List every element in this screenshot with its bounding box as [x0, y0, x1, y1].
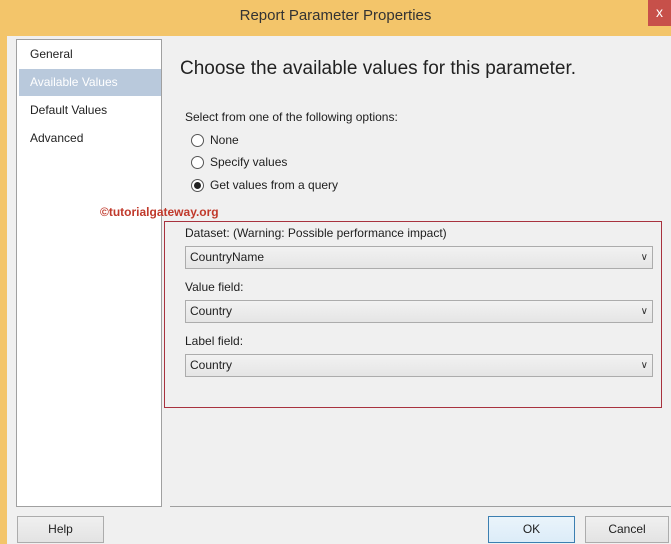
- radio-get-values-from-query[interactable]: Get values from a query: [191, 178, 338, 192]
- page-title: Choose the available values for this par…: [180, 58, 577, 79]
- options-prompt: Select from one of the following options…: [185, 110, 398, 124]
- title-bar: Report Parameter Properties: [0, 0, 671, 36]
- value-field-dropdown[interactable]: Country ∨: [185, 300, 653, 323]
- watermark: ©tutorialgateway.org: [100, 205, 219, 219]
- ok-button[interactable]: OK: [488, 516, 575, 543]
- radio-label: Specify values: [210, 155, 288, 169]
- value-field-value: Country: [190, 304, 233, 318]
- chevron-down-icon: ∨: [640, 306, 648, 317]
- help-button[interactable]: Help: [17, 516, 104, 543]
- dataset-dropdown[interactable]: CountryName ∨: [185, 246, 653, 269]
- chevron-down-icon: ∨: [640, 360, 648, 371]
- chevron-down-icon: ∨: [640, 252, 648, 263]
- radio-label: Get values from a query: [210, 178, 339, 192]
- radio-button[interactable]: [191, 133, 204, 147]
- dataset-value: CountryName: [190, 250, 265, 264]
- divider: [170, 506, 671, 507]
- radio-label: None: [210, 133, 239, 147]
- sidebar-item-advanced[interactable]: Advanced: [19, 125, 161, 152]
- radio-button-selected[interactable]: [191, 178, 204, 192]
- sidebar-item-available-values[interactable]: Available Values: [19, 69, 161, 96]
- radio-button[interactable]: [191, 155, 204, 169]
- sidebar-item-general[interactable]: General: [19, 41, 161, 68]
- radio-specify-values[interactable]: Specify values: [191, 155, 287, 169]
- sidebar-item-default-values[interactable]: Default Values: [19, 97, 161, 124]
- label-field-dropdown[interactable]: Country ∨: [185, 354, 653, 377]
- label-field-value: Country: [190, 358, 233, 372]
- dataset-label: Dataset: (Warning: Possible performance …: [185, 226, 447, 240]
- window-title: Report Parameter Properties: [239, 7, 432, 24]
- radio-none[interactable]: None: [191, 133, 239, 147]
- sidebar: General Available Values Default Values …: [16, 39, 162, 507]
- value-field-label: Value field:: [185, 280, 244, 294]
- label-field-label: Label field:: [185, 334, 244, 348]
- cancel-button[interactable]: Cancel: [585, 516, 669, 543]
- close-button[interactable]: x: [648, 0, 671, 26]
